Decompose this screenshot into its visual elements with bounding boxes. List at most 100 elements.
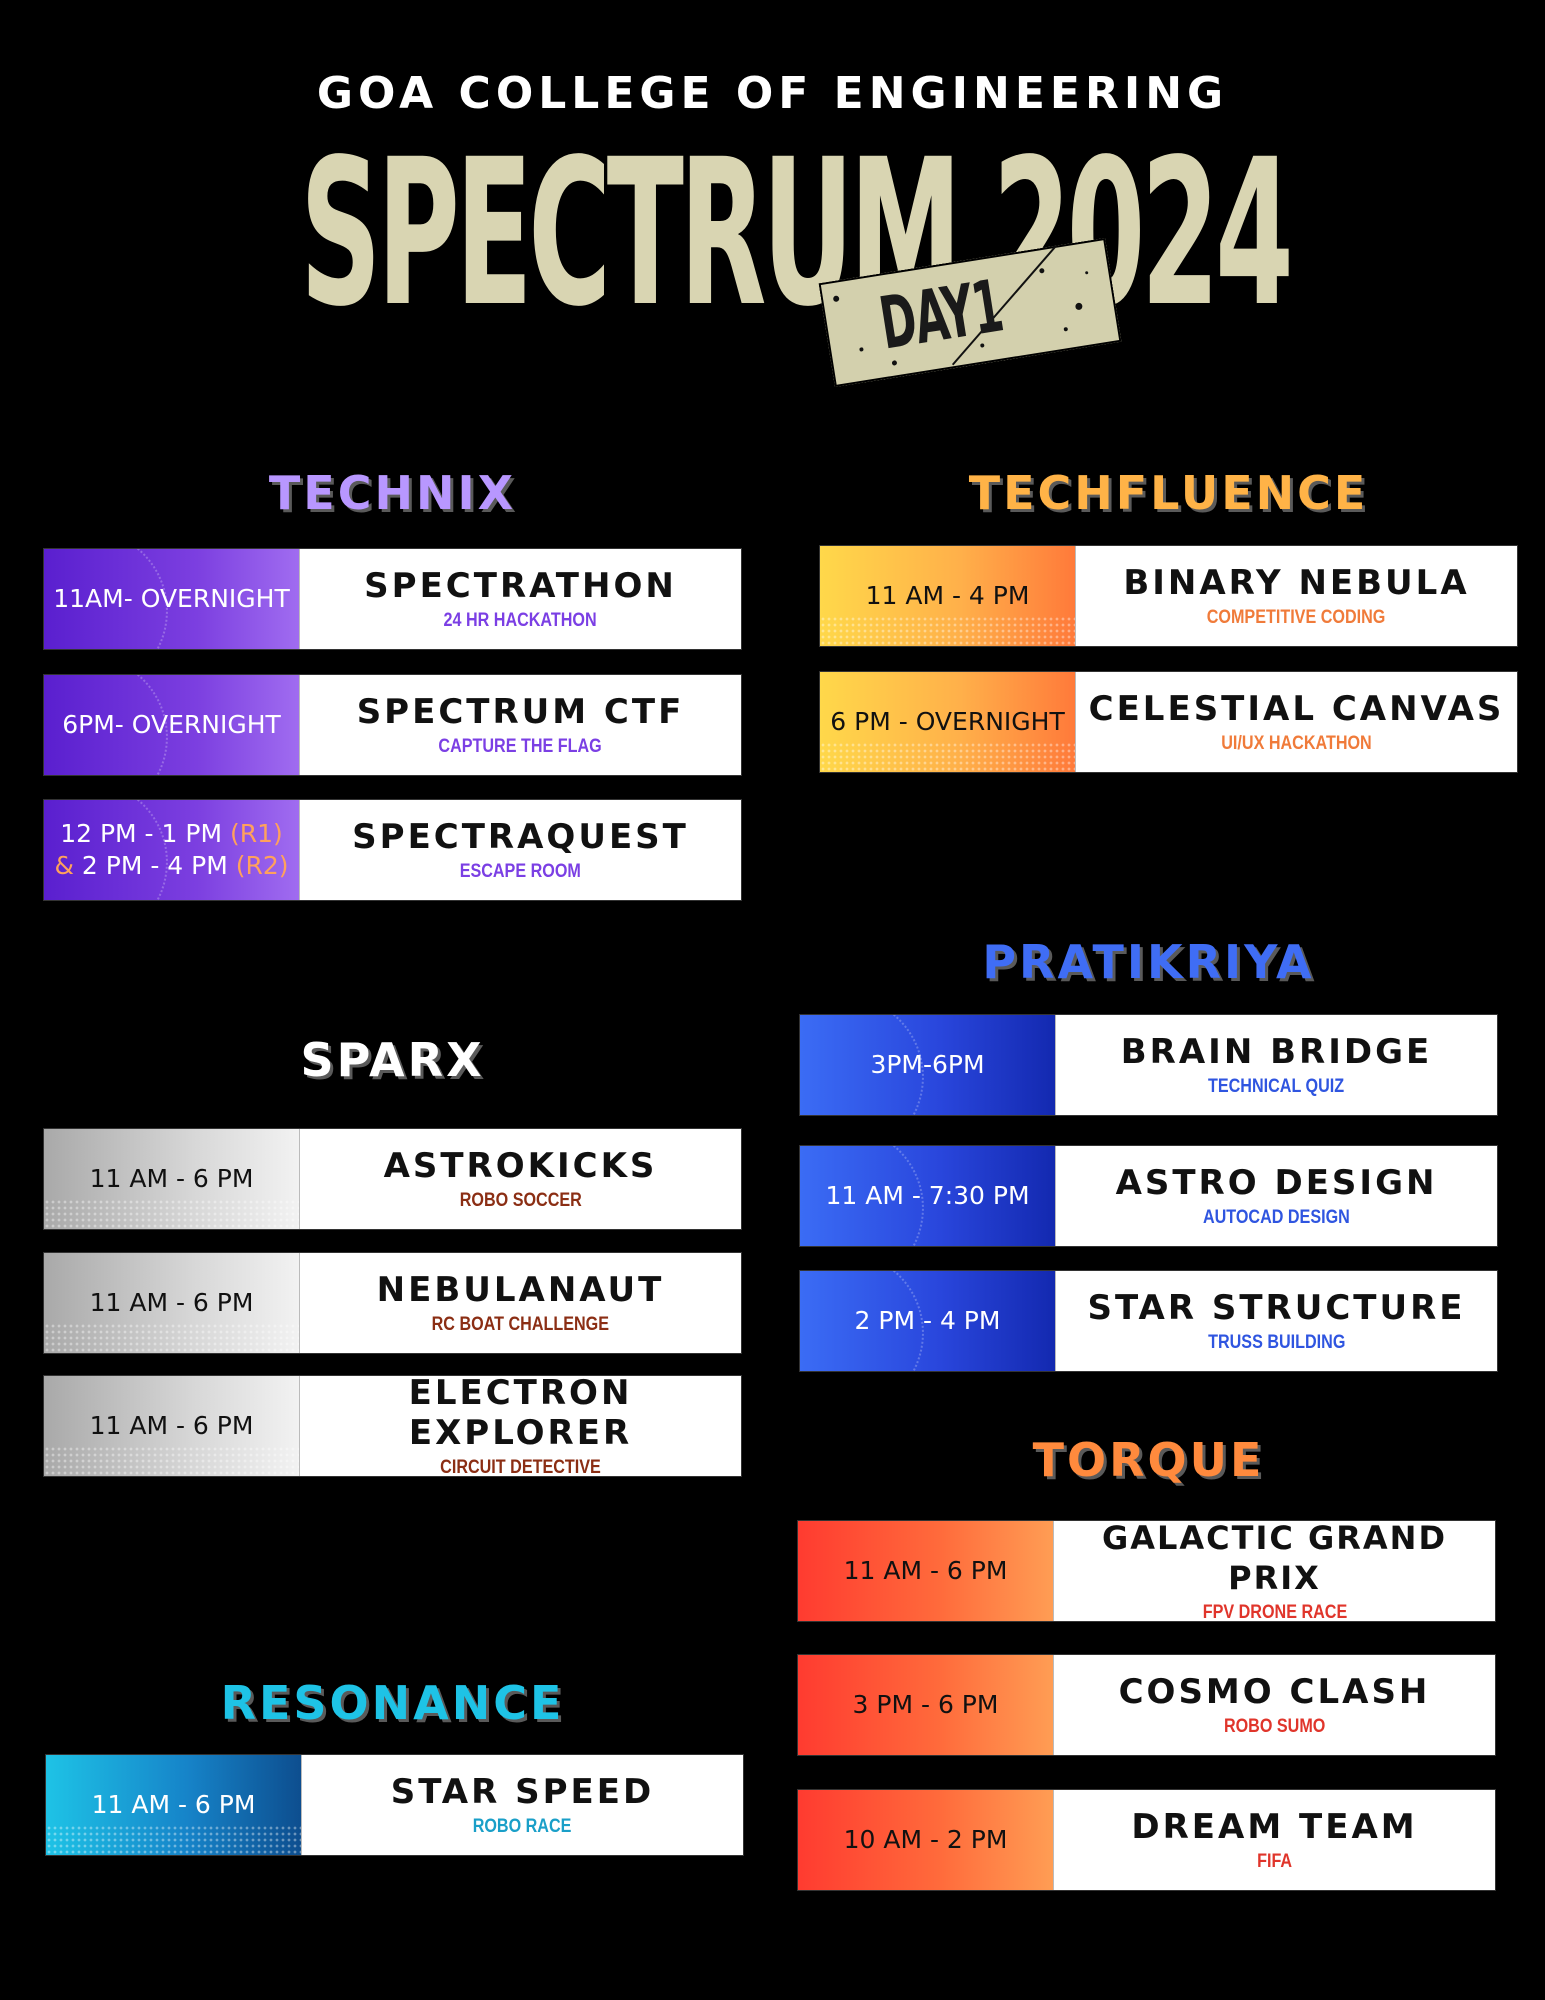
- event-info: SPECTRUM CTF CAPTURE THE FLAG: [299, 675, 741, 775]
- event-row-spectraquest: 12 PM - 1 PM (R1) & 2 PM - 4 PM (R2) SPE…: [44, 800, 741, 900]
- event-name: BINARY NEBULA: [1123, 563, 1470, 603]
- time-text: 11 AM - 6 PM: [89, 1164, 254, 1193]
- event-row-star-speed: 11 AM - 6 PM STAR SPEED ROBO RACE: [46, 1755, 743, 1855]
- event-title: SPECTRUM 2024: [300, 115, 1294, 351]
- time-text: 11 AM - 7:30 PM: [825, 1181, 1030, 1210]
- event-info: GALACTIC GRAND PRIX FPV DRONE RACE: [1053, 1519, 1495, 1623]
- event-name: DREAM TEAM: [1131, 1807, 1418, 1847]
- event-name: ELECTRON EXPLORER: [408, 1373, 633, 1453]
- event-subtitle: FPV DRONE RACE: [1202, 1602, 1347, 1623]
- event-row-brain-bridge: 3PM-6PM BRAIN BRIDGE TECHNICAL QUIZ: [800, 1015, 1497, 1115]
- event-subtitle: ROBO RACE: [473, 1816, 572, 1837]
- time-text: 11 AM - 6 PM: [89, 1411, 254, 1440]
- event-info: SPECTRATHON 24 HR HACKATHON: [299, 549, 741, 649]
- event-subtitle: FIFA: [1256, 1851, 1292, 1872]
- event-info: SPECTRAQUEST ESCAPE ROOM: [299, 800, 741, 900]
- event-subtitle: ESCAPE ROOM: [459, 861, 582, 882]
- time-text: 11 AM - 6 PM: [843, 1556, 1008, 1585]
- time-slot: 11 AM - 6 PM: [798, 1521, 1053, 1621]
- event-row-spectrum-ctf: 6PM- OVERNIGHT SPECTRUM CTF CAPTURE THE …: [44, 675, 741, 775]
- time-slot: 2 PM - 4 PM: [800, 1271, 1055, 1371]
- event-info: ASTROKICKS ROBO SOCCER: [299, 1129, 741, 1229]
- event-subtitle: TRUSS BUILDING: [1207, 1332, 1346, 1353]
- event-name: STAR STRUCTURE: [1087, 1288, 1466, 1328]
- event-info: ASTRO DESIGN AUTOCAD DESIGN: [1055, 1146, 1497, 1246]
- event-info: NEBULANAUT RC BOAT CHALLENGE: [299, 1253, 741, 1353]
- event-info: BRAIN BRIDGE TECHNICAL QUIZ: [1055, 1015, 1497, 1115]
- time-slot: 6PM- OVERNIGHT: [44, 675, 299, 775]
- event-name: COSMO CLASH: [1118, 1672, 1431, 1712]
- time-text: 11AM- OVERNIGHT: [53, 584, 290, 613]
- section-heading-sparx: SPARX: [300, 1033, 485, 1087]
- round-tag: (R1): [229, 819, 283, 848]
- time-slot: 11 AM - 6 PM: [44, 1129, 299, 1229]
- section-heading-resonance: RESONANCE: [220, 1676, 565, 1730]
- event-subtitle: TECHNICAL QUIZ: [1208, 1076, 1345, 1097]
- event-name: NEBULANAUT: [376, 1270, 665, 1310]
- time-slot: 11 AM - 6 PM: [44, 1253, 299, 1353]
- time-text: 10 AM - 2 PM: [843, 1825, 1008, 1854]
- event-name: BRAIN BRIDGE: [1120, 1032, 1433, 1072]
- time-slot: 11 AM - 7:30 PM: [800, 1146, 1055, 1246]
- time-text: 6 PM - OVERNIGHT: [830, 707, 1065, 736]
- time-slot: 6 PM - OVERNIGHT: [820, 672, 1075, 772]
- day-label: DAY1: [874, 263, 1008, 366]
- event-name: SPECTRUM CTF: [356, 692, 685, 732]
- time-slot: 11AM- OVERNIGHT: [44, 549, 299, 649]
- event-row-dream-team: 10 AM - 2 PM DREAM TEAM FIFA: [798, 1790, 1495, 1890]
- section-heading-technix: TECHNIX: [268, 466, 517, 520]
- time-slot: 11 AM - 4 PM: [820, 546, 1075, 646]
- section-heading-techfluence: TECHFLUENCE: [968, 466, 1369, 520]
- event-info: COSMO CLASH ROBO SUMO: [1053, 1655, 1495, 1755]
- event-row-star-structure: 2 PM - 4 PM STAR STRUCTURE TRUSS BUILDIN…: [800, 1271, 1497, 1371]
- section-heading-pratikriya: PRATIKRIYA: [982, 935, 1315, 989]
- event-info: STAR STRUCTURE TRUSS BUILDING: [1055, 1271, 1497, 1371]
- time-slot: 3PM-6PM: [800, 1015, 1055, 1115]
- time-slot: 3 PM - 6 PM: [798, 1655, 1053, 1755]
- event-info: STAR SPEED ROBO RACE: [301, 1755, 743, 1855]
- event-subtitle: CAPTURE THE FLAG: [438, 736, 603, 757]
- event-row-astro-design: 11 AM - 7:30 PM ASTRO DESIGN AUTOCAD DES…: [800, 1146, 1497, 1246]
- section-heading-torque: TORQUE: [1032, 1433, 1265, 1487]
- event-row-binary-nebula: 11 AM - 4 PM BINARY NEBULA COMPETITIVE C…: [820, 546, 1517, 646]
- time-text: 3PM-6PM: [870, 1050, 985, 1079]
- time-line-1: 12 PM - 1 PM (R1): [60, 818, 283, 850]
- event-subtitle: ROBO SUMO: [1223, 1716, 1326, 1737]
- time-slot: 11 AM - 6 PM: [44, 1376, 299, 1476]
- time-line-2: & 2 PM - 4 PM (R2): [54, 850, 288, 882]
- time-text: 11 AM - 6 PM: [91, 1790, 256, 1819]
- event-name: SPECTRATHON: [364, 566, 677, 606]
- event-row-galactic-grand-prix: 11 AM - 6 PM GALACTIC GRAND PRIX FPV DRO…: [798, 1519, 1495, 1623]
- event-name: SPECTRAQUEST: [352, 817, 689, 857]
- event-subtitle: ROBO SOCCER: [459, 1190, 582, 1211]
- event-name: CELESTIAL CANVAS: [1088, 689, 1505, 729]
- college-name: GOA COLLEGE OF ENGINEERING: [316, 68, 1229, 119]
- ampersand: &: [54, 851, 74, 880]
- event-info: CELESTIAL CANVAS UI/UX HACKATHON: [1075, 672, 1517, 772]
- event-name: STAR SPEED: [390, 1772, 655, 1812]
- event-row-cosmo-clash: 3 PM - 6 PM COSMO CLASH ROBO SUMO: [798, 1655, 1495, 1755]
- event-subtitle: 24 HR HACKATHON: [443, 610, 598, 631]
- time-text: 3 PM - 6 PM: [852, 1690, 999, 1719]
- event-row-electron-explorer: 11 AM - 6 PM ELECTRON EXPLORER CIRCUIT D…: [44, 1373, 741, 1478]
- event-name: ASTROKICKS: [383, 1146, 658, 1186]
- time-text: 6PM- OVERNIGHT: [62, 710, 281, 739]
- event-subtitle: UI/UX HACKATHON: [1221, 733, 1372, 754]
- event-row-astrokicks: 11 AM - 6 PM ASTROKICKS ROBO SOCCER: [44, 1129, 741, 1229]
- event-subtitle: RC BOAT CHALLENGE: [431, 1314, 610, 1335]
- round-tag: (R2): [235, 851, 289, 880]
- time-slot: 11 AM - 6 PM: [46, 1755, 301, 1855]
- time-text: 12 PM - 1 PM: [60, 819, 223, 848]
- event-row-nebulanaut: 11 AM - 6 PM NEBULANAUT RC BOAT CHALLENG…: [44, 1253, 741, 1353]
- event-info: DREAM TEAM FIFA: [1053, 1790, 1495, 1890]
- event-row-celestial-canvas: 6 PM - OVERNIGHT CELESTIAL CANVAS UI/UX …: [820, 672, 1517, 772]
- event-row-spectrathon: 11AM- OVERNIGHT SPECTRATHON 24 HR HACKAT…: [44, 549, 741, 649]
- event-subtitle: CIRCUIT DETECTIVE: [440, 1457, 601, 1478]
- event-name: ASTRO DESIGN: [1115, 1163, 1438, 1203]
- time-text: 11 AM - 4 PM: [865, 581, 1030, 610]
- time-slot: 10 AM - 2 PM: [798, 1790, 1053, 1890]
- time-text: 2 PM - 4 PM: [81, 851, 228, 880]
- time-slot: 12 PM - 1 PM (R1) & 2 PM - 4 PM (R2): [44, 800, 299, 900]
- event-name: GALACTIC GRAND PRIX: [1101, 1519, 1448, 1597]
- event-info: ELECTRON EXPLORER CIRCUIT DETECTIVE: [299, 1373, 741, 1478]
